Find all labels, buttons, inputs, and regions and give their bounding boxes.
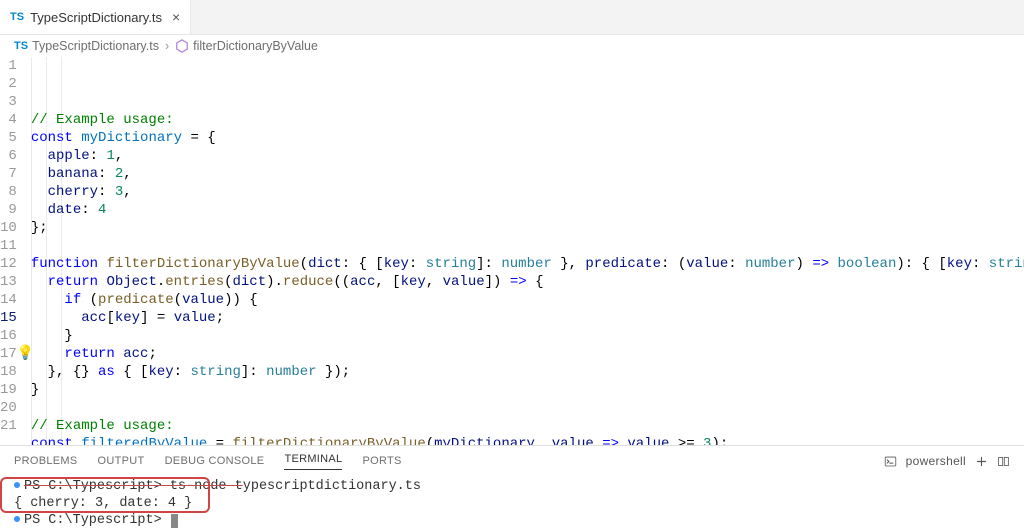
breadcrumb-symbol-label: filterDictionaryByValue	[193, 39, 318, 53]
terminal-prompt-line: PS C:\Typescript>	[14, 512, 1010, 529]
prompt-indicator-icon	[14, 516, 20, 522]
terminal[interactable]: PS C:\Typescript> ts-node typescriptdict…	[0, 476, 1024, 530]
split-terminal-icon[interactable]	[996, 454, 1010, 468]
code-content[interactable]: // Example usage:const myDictionary = { …	[31, 57, 1024, 445]
prompt-indicator-icon	[14, 482, 20, 488]
code-line[interactable]: // Example usage:	[31, 417, 1024, 435]
code-line[interactable]: return Object.entries(dict).reduce((acc,…	[31, 273, 1024, 291]
code-line[interactable]: const myDictionary = {	[31, 129, 1024, 147]
code-line[interactable]	[31, 399, 1024, 417]
code-line[interactable]: }, {} as { [key: string]: number });	[31, 363, 1024, 381]
terminal-output-line: { cherry: 3, date: 4 }	[14, 495, 1010, 512]
panel-tab-problems[interactable]: PROBLEMS	[14, 455, 78, 467]
typescript-file-icon: TS	[14, 40, 28, 52]
code-line[interactable]: 💡 return acc;	[31, 345, 1024, 363]
terminal-line: PS C:\Typescript> ts-node typescriptdict…	[14, 478, 1010, 495]
panel-tab-terminal[interactable]: TERMINAL	[284, 453, 342, 470]
tab-title: TypeScriptDictionary.ts	[30, 10, 162, 25]
code-line[interactable]: function filterDictionaryByValue(dict: {…	[31, 255, 1024, 273]
editor-tab-bar: TS TypeScriptDictionary.ts ×	[0, 0, 1024, 35]
panel-tab-debug-console[interactable]: DEBUG CONSOLE	[165, 455, 265, 467]
new-terminal-icon[interactable]	[974, 454, 988, 468]
breadcrumb-file[interactable]: TS TypeScriptDictionary.ts	[14, 39, 159, 53]
breadcrumb-file-label: TypeScriptDictionary.ts	[32, 39, 159, 53]
terminal-cursor	[171, 514, 178, 528]
code-line[interactable]	[31, 237, 1024, 255]
code-line[interactable]: // Example usage:	[31, 111, 1024, 129]
typescript-file-icon: TS	[10, 11, 24, 23]
shell-name[interactable]: powershell	[906, 454, 966, 468]
code-line[interactable]: }	[31, 327, 1024, 345]
editor-tab-active[interactable]: TS TypeScriptDictionary.ts ×	[0, 0, 191, 34]
code-line[interactable]: acc[key] = value;	[31, 309, 1024, 327]
panel-tab-bar: PROBLEMS OUTPUT DEBUG CONSOLE TERMINAL PORTS…	[0, 446, 1024, 476]
code-line[interactable]: };	[31, 219, 1024, 237]
lightbulb-icon[interactable]: 💡	[17, 345, 34, 363]
bottom-panel: PROBLEMS OUTPUT DEBUG CONSOLE TERMINAL PORTS…	[0, 445, 1024, 530]
line-number-gutter: 123456789101112131415161718192021	[0, 57, 31, 445]
code-line[interactable]: cherry: 3,	[31, 183, 1024, 201]
panel-toolbar: powershell	[884, 454, 1010, 468]
code-line[interactable]: }	[31, 381, 1024, 399]
code-editor[interactable]: 123456789101112131415161718192021 // Exa…	[0, 55, 1024, 445]
method-icon	[175, 39, 189, 53]
breadcrumb-symbol[interactable]: filterDictionaryByValue	[175, 39, 318, 53]
panel-tab-ports[interactable]: PORTS	[362, 455, 401, 467]
code-line[interactable]: if (predicate(value)) {	[31, 291, 1024, 309]
code-line[interactable]: banana: 2,	[31, 165, 1024, 183]
chevron-right-icon: ›	[165, 39, 169, 53]
code-line[interactable]: const filteredByValue = filterDictionary…	[31, 435, 1024, 445]
code-line[interactable]: apple: 1,	[31, 147, 1024, 165]
close-icon[interactable]: ×	[168, 9, 180, 25]
breadcrumb[interactable]: TS TypeScriptDictionary.ts › filterDicti…	[0, 35, 1024, 55]
code-line[interactable]: date: 4	[31, 201, 1024, 219]
panel-tab-output[interactable]: OUTPUT	[98, 455, 145, 467]
terminal-shell-icon	[884, 454, 898, 468]
